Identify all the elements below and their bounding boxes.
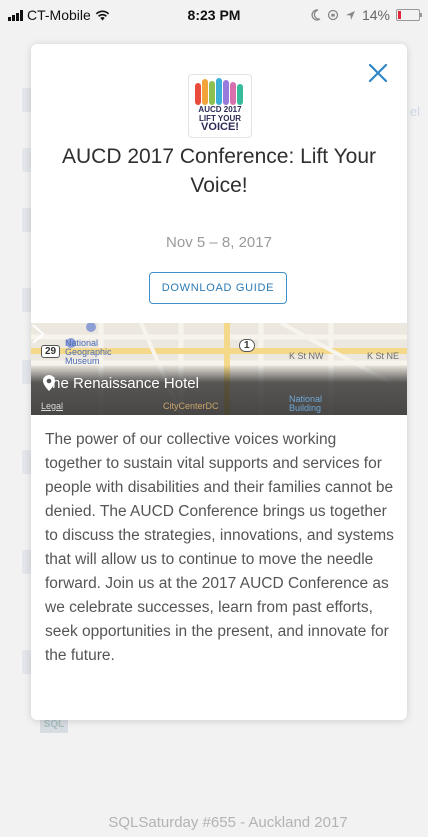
map-route-shield: 1 <box>239 339 255 352</box>
battery-icon <box>396 9 422 21</box>
map-label-poi: CityCenterDC <box>163 401 219 411</box>
chevron-right-icon[interactable] <box>31 323 45 345</box>
map-legal-link[interactable]: Legal <box>41 401 63 411</box>
venue-name: The Renaissance Hotel <box>43 375 199 392</box>
map-label-street: K St NW <box>289 351 324 361</box>
list-item-title: SQLSaturday #655 - Auckland 2017 <box>108 814 348 831</box>
event-detail-card: AUCD 2017 LIFT YOUR VOICE! AUCD 2017 Con… <box>31 44 407 720</box>
event-description: The power of our collective voices worki… <box>45 431 394 664</box>
moon-icon <box>311 9 321 21</box>
background-text-fragment: el <box>409 104 420 119</box>
map-label-poi: National Geographic Museum <box>65 338 112 366</box>
location-pin-icon <box>43 375 55 391</box>
venue-map[interactable]: 29 National Geographic Museum 1 K St NW … <box>31 323 407 415</box>
event-date: Nov 5 – 8, 2017 <box>166 234 272 251</box>
status-bar: CT-Mobile 8:23 PM 14% <box>0 0 428 30</box>
close-icon[interactable] <box>367 62 389 84</box>
download-guide-button[interactable]: DOWNLOAD GUIDE <box>149 272 287 304</box>
event-logo: AUCD 2017 LIFT YOUR VOICE! <box>188 74 252 138</box>
logo-text: AUCD 2017 LIFT YOUR VOICE! <box>198 105 242 133</box>
battery-percent: 14% <box>361 7 390 23</box>
raised-hands-graphic <box>195 78 243 105</box>
venue-location-link[interactable]: The Renaissance Hotel <box>43 375 199 392</box>
map-label-poi: National Building <box>289 394 323 413</box>
map-route-shield: 29 <box>41 345 61 358</box>
location-icon <box>345 10 355 20</box>
map-label-street: K St NE <box>367 351 400 361</box>
orientation-lock-icon <box>327 9 339 21</box>
status-right: 14% <box>311 7 422 23</box>
event-title: AUCD 2017 Conference: Lift Your Voice! <box>61 145 377 197</box>
